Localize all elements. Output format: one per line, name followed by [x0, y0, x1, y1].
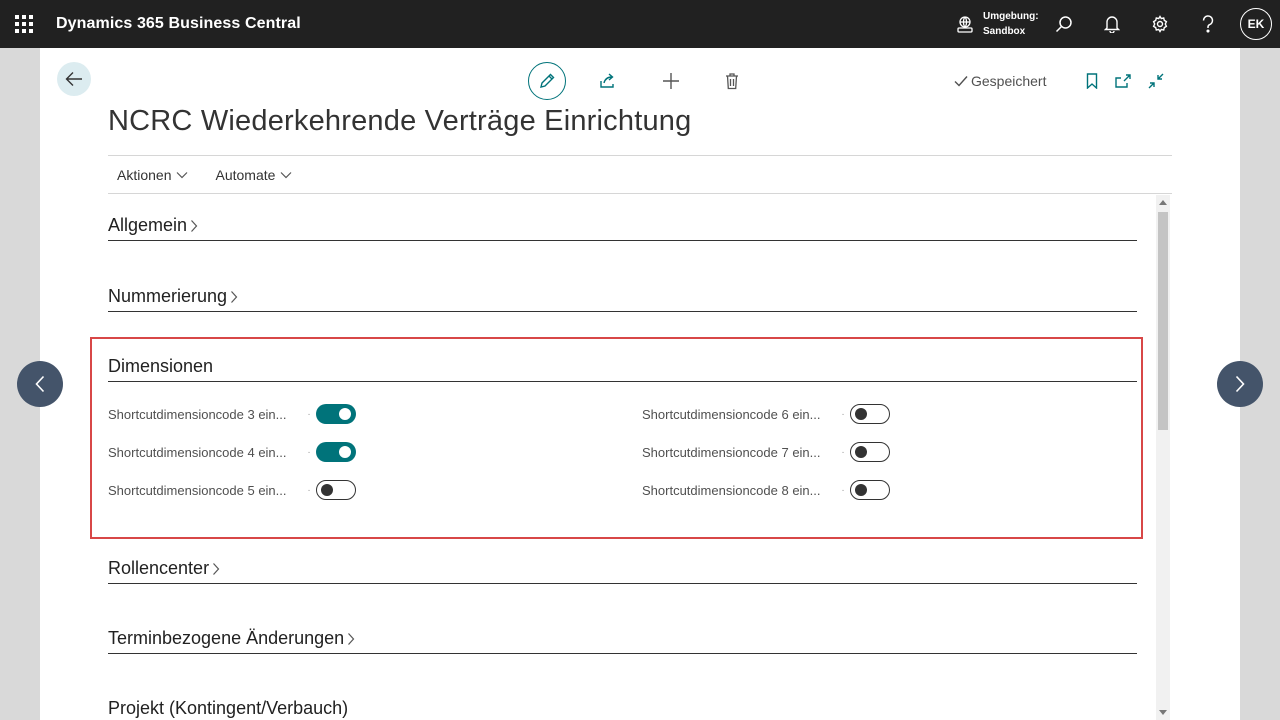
share-icon — [600, 73, 614, 88]
toggle-switch[interactable] — [316, 480, 356, 500]
chevron-right-icon — [213, 562, 220, 575]
section-terminbezogene-aenderungen[interactable]: Terminbezogene Änderungen — [108, 608, 1137, 654]
help-icon[interactable] — [1196, 12, 1220, 36]
arrow-left-icon — [65, 72, 82, 86]
search-icon[interactable] — [1052, 12, 1076, 36]
share-button[interactable] — [596, 69, 620, 93]
open-new-window-button[interactable] — [1111, 69, 1135, 93]
top-bar: Dynamics 365 Business Central Umgebung: … — [0, 0, 1280, 48]
section-title: Terminbezogene Änderungen — [108, 628, 345, 648]
edit-button[interactable] — [528, 62, 566, 100]
scroll-thumb[interactable] — [1158, 212, 1168, 430]
chevron-right-icon — [1235, 375, 1245, 393]
saved-label: Gespeichert — [971, 73, 1047, 89]
chevron-right-icon — [231, 290, 238, 303]
page-card: Gespeichert NCRC Wiederkehrende Verträge… — [40, 48, 1240, 720]
trash-icon — [726, 73, 738, 90]
menu-aktionen-label: Aktionen — [117, 166, 172, 183]
field-label: Shortcutdimensioncode 7 ein... — [642, 444, 821, 460]
open-in-new-window-icon — [1115, 74, 1131, 88]
collapse-button[interactable] — [1144, 69, 1168, 93]
delete-button[interactable] — [720, 69, 744, 93]
field-label: Shortcutdimensioncode 5 ein... — [108, 482, 287, 498]
previous-record-button[interactable] — [17, 361, 63, 407]
field-shortcut-dim-8: Shortcutdimensioncode 8 ein... · — [642, 480, 890, 500]
field-label: Shortcutdimensioncode 8 ein... — [642, 482, 821, 498]
content-area: Allgemein Nummerierung Dimensionen Short… — [108, 195, 1138, 720]
section-projekt[interactable]: Projekt (Kontingent/Verbauch) — [108, 678, 1137, 720]
back-button[interactable] — [57, 62, 91, 96]
notification-bell-icon[interactable] — [1100, 12, 1124, 36]
chevron-down-icon — [177, 171, 188, 178]
field-label: Shortcutdimensioncode 6 ein... — [642, 406, 821, 422]
checkmark-icon — [954, 76, 968, 87]
field-label: Shortcutdimensioncode 4 ein... — [108, 444, 287, 460]
section-nummerierung[interactable]: Nummerierung — [108, 266, 1137, 312]
section-rollencenter[interactable]: Rollencenter — [108, 538, 1137, 584]
chevron-left-icon — [35, 375, 45, 393]
toggle-switch[interactable] — [850, 480, 890, 500]
action-bar: Aktionen Automate — [108, 156, 1172, 194]
new-button[interactable] — [659, 69, 683, 93]
settings-gear-icon[interactable] — [1148, 12, 1172, 36]
collapse-icon — [1148, 73, 1164, 89]
bookmark-button[interactable] — [1080, 69, 1104, 93]
field-label: Shortcutdimensioncode 3 ein... — [108, 406, 287, 422]
chevron-down-icon — [280, 171, 292, 178]
field-shortcut-dim-3: Shortcutdimensioncode 3 ein... · — [108, 404, 356, 424]
chevron-right-icon — [191, 219, 198, 232]
section-title: Rollencenter — [108, 558, 210, 578]
menu-aktionen[interactable]: Aktionen — [117, 167, 188, 183]
saved-status: Gespeichert — [954, 73, 1046, 89]
environment-value: Sandbox — [983, 26, 1026, 37]
bookmark-icon — [1086, 73, 1098, 89]
toggle-switch[interactable] — [850, 404, 890, 424]
section-title: Projekt (Kontingent/Verbauch) — [108, 698, 349, 718]
plus-icon — [663, 73, 679, 89]
field-shortcut-dim-4: Shortcutdimensioncode 4 ein... · — [108, 442, 356, 462]
page-title: NCRC Wiederkehrende Verträge Einrichtung — [108, 105, 692, 137]
chevron-right-icon — [348, 632, 355, 645]
scroll-down-arrow-icon[interactable] — [1159, 710, 1167, 715]
vertical-scrollbar[interactable] — [1156, 195, 1170, 720]
section-dimensionen[interactable]: Dimensionen — [108, 336, 1137, 382]
menu-automate[interactable]: Automate — [215, 167, 292, 183]
field-shortcut-dim-5: Shortcutdimensioncode 5 ein... · — [108, 480, 356, 500]
app-title[interactable]: Dynamics 365 Business Central — [56, 15, 301, 33]
scroll-up-arrow-icon[interactable] — [1159, 200, 1167, 205]
menu-automate-label: Automate — [215, 166, 276, 183]
environment-icon — [957, 16, 973, 33]
user-avatar[interactable]: EK — [1240, 8, 1272, 40]
toggle-switch[interactable] — [316, 442, 356, 462]
section-title: Nummerierung — [108, 286, 228, 306]
toggle-switch[interactable] — [850, 442, 890, 462]
field-shortcut-dim-6: Shortcutdimensioncode 6 ein... · — [642, 404, 890, 424]
environment-label: Umgebung: — [983, 11, 1039, 22]
toggle-switch[interactable] — [316, 404, 356, 424]
section-allgemein[interactable]: Allgemein — [108, 195, 1137, 241]
next-record-button[interactable] — [1217, 361, 1263, 407]
app-launcher-icon[interactable] — [14, 14, 34, 34]
pencil-icon — [540, 73, 555, 88]
field-shortcut-dim-7: Shortcutdimensioncode 7 ein... · — [642, 442, 890, 462]
environment-indicator[interactable]: Umgebung: Sandbox — [955, 9, 1039, 39]
section-title: Dimensionen — [108, 356, 214, 376]
section-title: Allgemein — [108, 215, 188, 235]
